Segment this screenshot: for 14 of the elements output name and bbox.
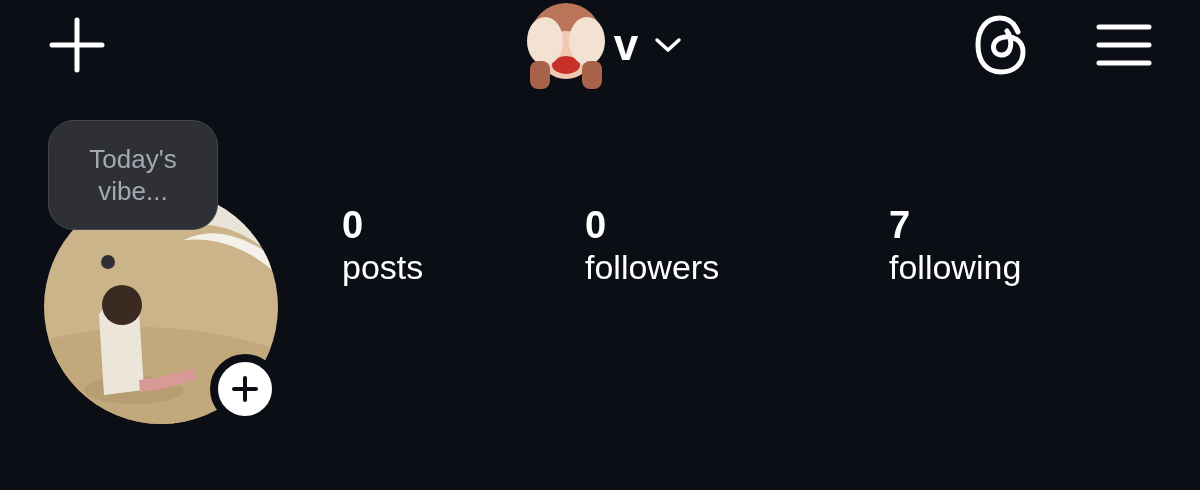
stat-count[interactable]: 0: [585, 205, 607, 247]
menu-icon[interactable]: [1096, 23, 1152, 67]
threads-icon[interactable]: [974, 14, 1028, 76]
plus-icon: [231, 375, 259, 403]
chevron-down-icon[interactable]: [654, 37, 683, 53]
stat-count[interactable]: 0: [342, 205, 364, 247]
stat-count[interactable]: 7: [889, 205, 911, 247]
add-icon[interactable]: [48, 16, 106, 74]
stat-label[interactable]: followers: [585, 246, 720, 288]
username[interactable]: v: [613, 23, 639, 67]
stat-label[interactable]: posts: [342, 246, 424, 288]
note-tooltip[interactable]: Today's vibe...: [48, 120, 218, 230]
stat-label[interactable]: following: [889, 246, 1022, 288]
note-text: Today's vibe...: [88, 142, 178, 208]
